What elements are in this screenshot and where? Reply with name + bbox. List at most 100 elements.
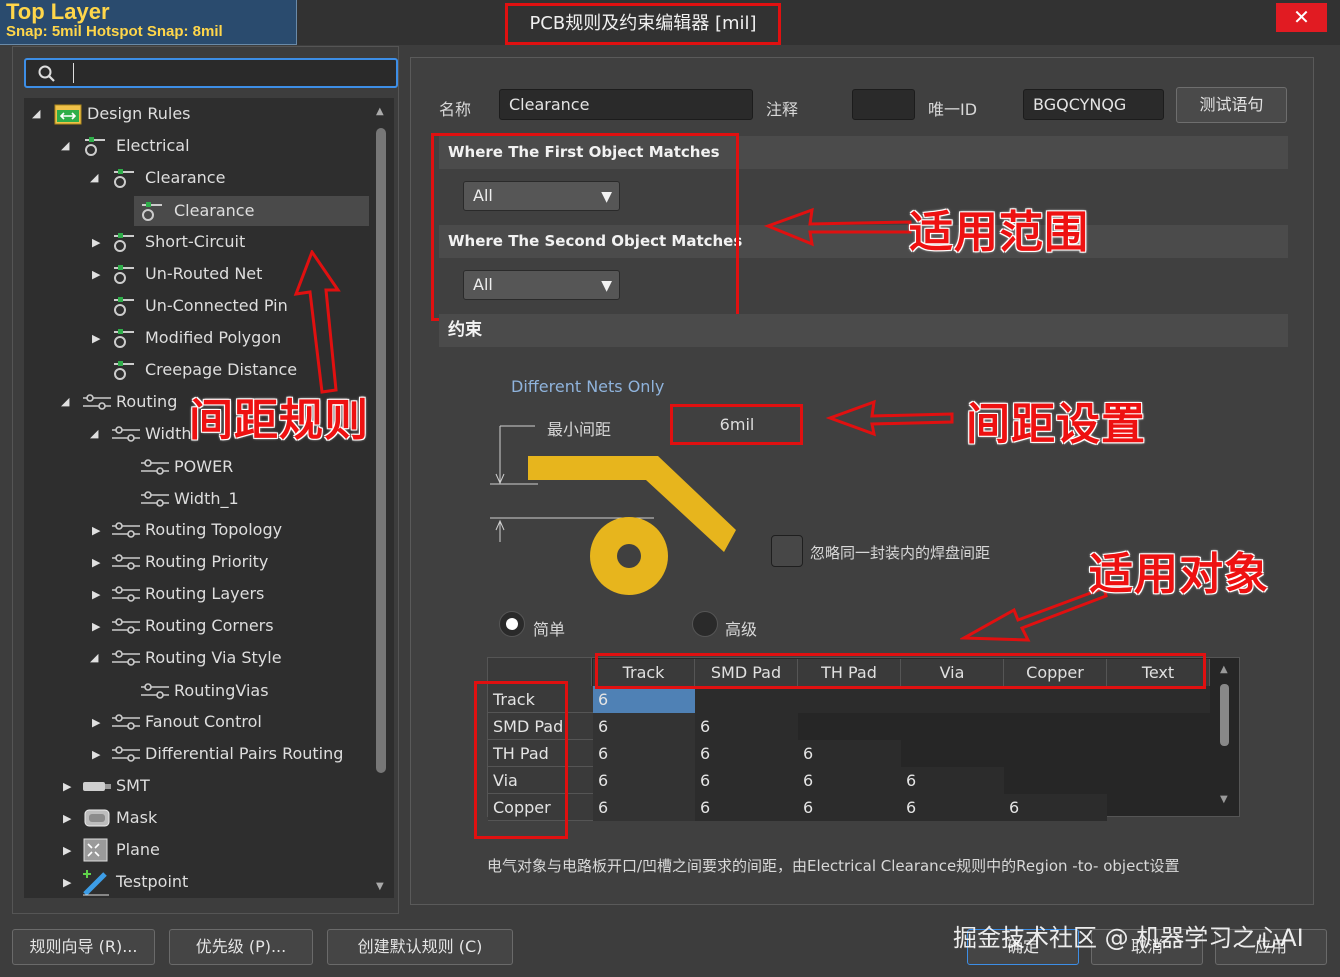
rows-highlight-box xyxy=(474,681,568,839)
matrix-cell[interactable]: 6 xyxy=(1004,794,1107,821)
unique-id-label: 唯一ID xyxy=(928,100,978,119)
tree-label: Mask xyxy=(116,808,158,827)
unique-id-input[interactable]: BGQCYNQG xyxy=(1023,89,1164,120)
expand-arrow-icon[interactable]: ▶ xyxy=(63,772,71,802)
expand-arrow-icon[interactable]: ▶ xyxy=(92,580,100,610)
priority-button[interactable]: 优先级 (P)... xyxy=(169,929,313,965)
tree-label: Routing Layers xyxy=(145,584,265,603)
collapse-arrow-icon[interactable]: ◢ xyxy=(90,419,98,449)
ignore-pads-label: 忽略同一封装内的焊盘间距 xyxy=(810,544,991,562)
expand-arrow-icon[interactable]: ▶ xyxy=(63,836,71,866)
advanced-radio[interactable] xyxy=(692,611,718,637)
expand-arrow-icon[interactable]: ▶ xyxy=(92,260,100,290)
tree-label: Routing Topology xyxy=(145,520,283,539)
comment-input[interactable] xyxy=(852,89,915,120)
tree-label: Un-Connected Pin xyxy=(145,296,288,315)
watermark: 掘金技术社区 @ 机器学习之心AI xyxy=(953,924,1304,952)
tree-label: Design Rules xyxy=(87,104,191,123)
expand-arrow-icon[interactable]: ▶ xyxy=(92,548,100,578)
simple-label: 简单 xyxy=(533,620,566,639)
expand-arrow-icon[interactable]: ▶ xyxy=(92,228,100,258)
test-query-button[interactable]: 测试语句 xyxy=(1176,87,1287,123)
matrix-cell[interactable]: 6 xyxy=(695,713,798,740)
routing-rule-icon xyxy=(81,391,111,415)
matrix-cell[interactable]: 6 xyxy=(901,794,1004,821)
advanced-label: 高级 xyxy=(725,620,758,639)
scope-highlight-box xyxy=(431,133,739,321)
matrix-cell[interactable]: 6 xyxy=(695,767,798,794)
grid-scrollbar[interactable] xyxy=(1220,684,1229,746)
matrix-cell[interactable]: 6 xyxy=(901,767,1004,794)
rule-name-input[interactable]: Clearance xyxy=(499,89,753,120)
collapse-arrow-icon[interactable]: ◢ xyxy=(61,131,69,161)
tree-label: Clearance xyxy=(174,201,255,220)
matrix-cell[interactable]: 6 xyxy=(593,794,695,821)
tree-label: Differential Pairs Routing xyxy=(145,744,344,763)
matrix-cell[interactable]: 6 xyxy=(695,740,798,767)
routing-rule-icon xyxy=(110,583,140,607)
search-icon xyxy=(38,63,56,89)
annotation-objects: 适用对象 xyxy=(1089,549,1269,600)
expand-arrow-icon[interactable]: ▶ xyxy=(92,740,100,770)
tree-label: Routing Corners xyxy=(145,616,274,635)
tree-label: Routing xyxy=(116,392,178,411)
name-label: 名称 xyxy=(439,100,472,119)
create-default-rules-button[interactable]: 创建默认规则 (C) xyxy=(327,929,513,965)
matrix-cell[interactable]: 6 xyxy=(798,794,901,821)
routing-rule-icon xyxy=(110,711,140,735)
tree-label: Testpoint xyxy=(116,872,189,891)
tree-label: Fanout Control xyxy=(145,712,262,731)
grid-scroll-down-icon[interactable]: ▼ xyxy=(1220,794,1228,805)
expand-arrow-icon[interactable]: ▶ xyxy=(92,708,100,738)
expand-arrow-icon[interactable]: ▶ xyxy=(92,612,100,642)
search-input[interactable] xyxy=(24,58,398,88)
plane-icon xyxy=(83,838,109,862)
tree-label: Width_1 xyxy=(174,489,239,508)
close-button[interactable]: ✕ xyxy=(1276,3,1327,32)
expand-arrow-icon[interactable]: ▶ xyxy=(63,868,71,898)
rules-tree: ◢ Design Rules ◢ Electrical ◢ Clearance … xyxy=(24,98,394,898)
collapse-arrow-icon[interactable]: ◢ xyxy=(32,99,40,129)
electrical-rule-icon xyxy=(112,358,138,382)
electrical-rule-icon xyxy=(112,294,138,318)
collapse-arrow-icon[interactable]: ◢ xyxy=(61,387,69,417)
dialog-title: PCB规则及约束编辑器 [mil] xyxy=(505,3,781,45)
tree-scrollbar[interactable] xyxy=(376,128,386,773)
expand-arrow-icon[interactable]: ▶ xyxy=(92,516,100,546)
matrix-cell[interactable]: 6 xyxy=(593,713,695,740)
annotation-spacing-setting: 间距设置 xyxy=(966,399,1146,450)
routing-rule-icon xyxy=(139,680,169,704)
scroll-up-arrow-icon[interactable]: ▲ xyxy=(376,106,384,117)
electrical-rule-icon xyxy=(140,199,166,223)
comment-label: 注释 xyxy=(766,100,799,119)
matrix-cell[interactable]: 6 xyxy=(798,740,901,767)
electrical-rule-icon xyxy=(83,134,109,158)
matrix-cell[interactable]: 6 xyxy=(593,740,695,767)
electrical-rule-icon xyxy=(112,262,138,286)
collapse-arrow-icon[interactable]: ◢ xyxy=(90,643,98,673)
collapse-arrow-icon[interactable]: ◢ xyxy=(90,163,98,193)
tree-label: Routing Priority xyxy=(145,552,269,571)
matrix-cell[interactable]: 6 xyxy=(593,686,695,713)
layer-title: Top Layer xyxy=(6,0,110,24)
text-caret xyxy=(73,63,74,83)
tree-label: Electrical xyxy=(116,136,190,155)
routing-rule-icon xyxy=(139,456,169,480)
matrix-cell[interactable]: 6 xyxy=(695,794,798,821)
matrix-cell[interactable]: 6 xyxy=(798,767,901,794)
simple-radio[interactable] xyxy=(499,611,525,637)
expand-arrow-icon[interactable]: ▶ xyxy=(63,804,71,834)
grid-scroll-up-icon[interactable]: ▲ xyxy=(1220,664,1228,675)
rule-wizard-button[interactable]: 规则向导 (R)... xyxy=(12,929,155,965)
tree-label: Width xyxy=(145,424,192,443)
routing-rule-icon xyxy=(110,615,140,639)
expand-arrow-icon[interactable]: ▶ xyxy=(92,324,100,354)
tree-item-clearance-rule[interactable]: Clearance xyxy=(134,196,369,226)
matrix-cell[interactable]: 6 xyxy=(593,767,695,794)
ignore-pads-checkbox[interactable] xyxy=(771,535,803,567)
scroll-down-arrow-icon[interactable]: ▼ xyxy=(376,881,384,892)
radio-dot xyxy=(506,618,518,630)
annotation-arrow-up xyxy=(293,250,341,394)
tree-label: Un-Routed Net xyxy=(145,264,263,283)
routing-rule-icon xyxy=(110,743,140,767)
